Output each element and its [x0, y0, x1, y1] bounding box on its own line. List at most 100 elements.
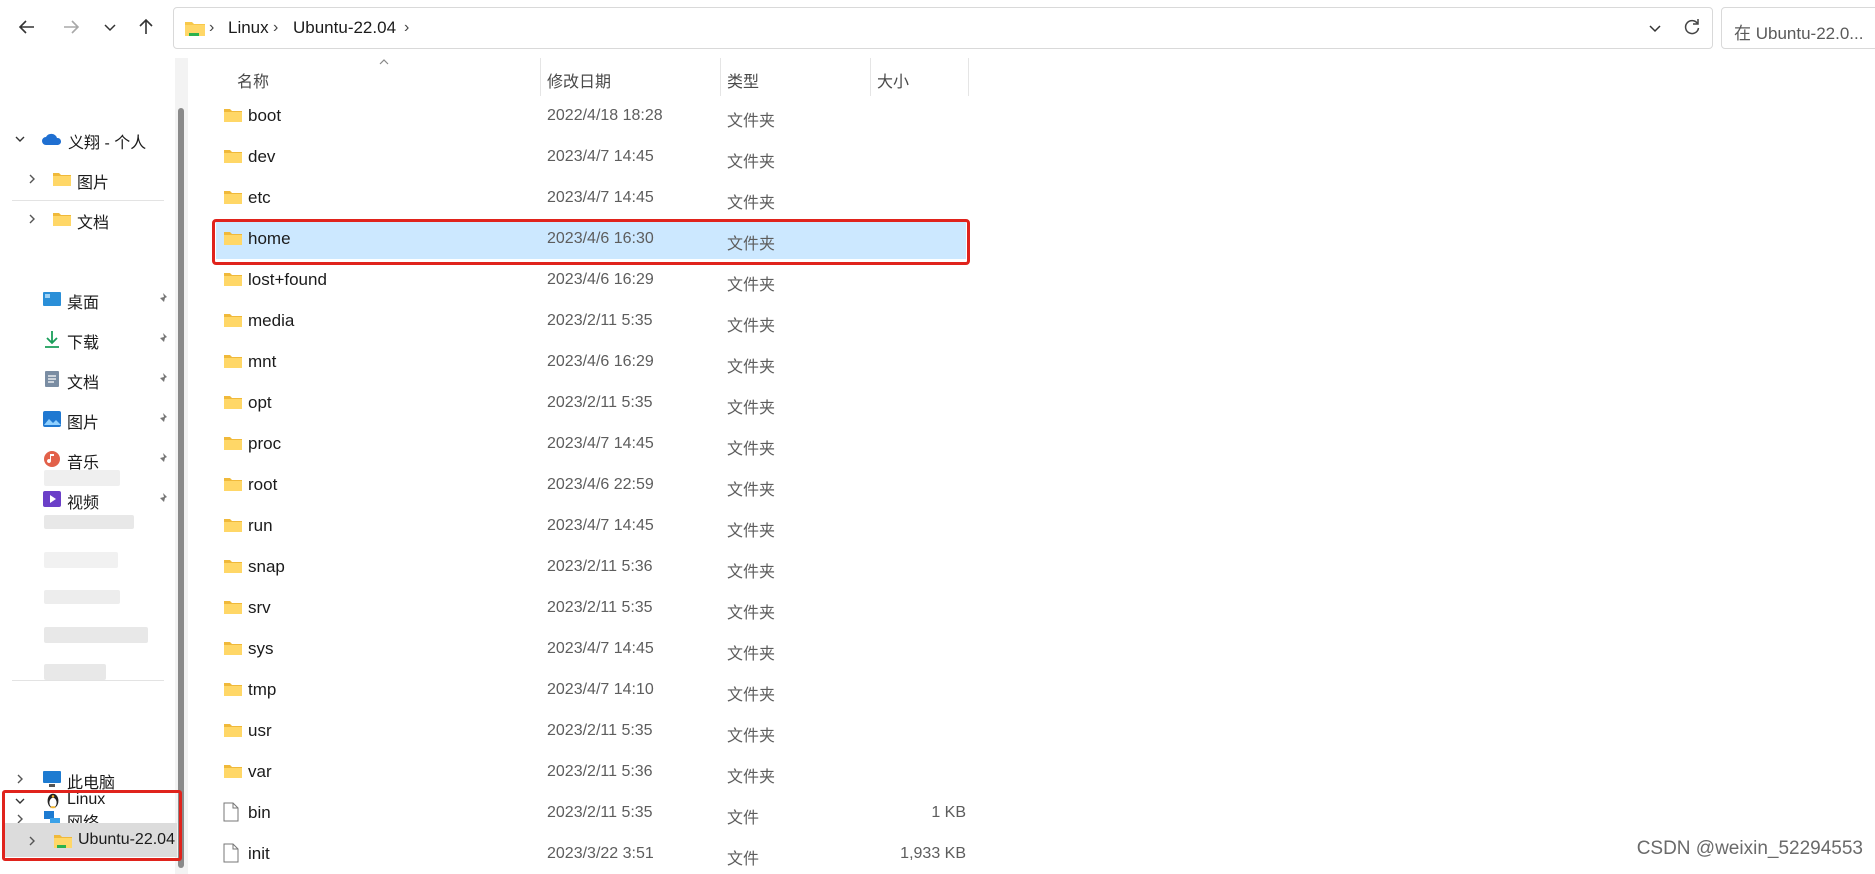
file-row-srv[interactable]: srv 2023/2/11 5:35 文件夹 — [216, 588, 966, 628]
folder-icon — [223, 271, 243, 292]
column-separator[interactable] — [720, 58, 721, 96]
file-name: sys — [248, 639, 274, 658]
file-row-tmp[interactable]: tmp 2023/4/7 14:10 文件夹 — [216, 670, 966, 710]
pin-icon[interactable] — [156, 452, 170, 466]
file-row-opt[interactable]: opt 2023/2/11 5:35 文件夹 — [216, 383, 966, 423]
address-bar[interactable]: › Linux › Ubuntu-22.04 › — [173, 7, 1713, 49]
column-date[interactable]: 修改日期 — [547, 68, 611, 92]
file-modified-date: 2023/2/11 5:35 — [547, 394, 653, 411]
pin-icon[interactable] — [156, 492, 170, 506]
file-icon — [223, 843, 239, 868]
highlight-box — [212, 219, 970, 265]
sidebar-divider — [12, 680, 164, 681]
column-name[interactable]: 名称 — [237, 68, 269, 92]
sort-ascending-icon — [379, 59, 389, 65]
column-header: 名称 修改日期 类型 大小 — [200, 58, 970, 96]
file-modified-date: 2022/4/18 18:28 — [547, 107, 663, 124]
forward-button[interactable] — [56, 12, 86, 42]
file-modified-date: 2023/4/6 16:29 — [547, 353, 654, 370]
file-row-etc[interactable]: etc 2023/4/7 14:45 文件夹 — [216, 178, 966, 218]
column-type[interactable]: 类型 — [727, 68, 759, 92]
file-type: 文件夹 — [727, 728, 776, 745]
refresh-icon[interactable] — [1682, 17, 1702, 37]
up-button[interactable] — [131, 12, 161, 42]
file-row-init[interactable]: init 2023/3/22 3:51 文件 1,933 KB — [216, 834, 966, 874]
pin-icon[interactable] — [156, 412, 170, 426]
sidebar-item-desktop[interactable]: 桌面 — [0, 282, 175, 316]
breadcrumb-linux[interactable]: Linux — [228, 18, 269, 38]
sidebar-item-label: 图片 — [67, 415, 100, 432]
sidebar-item-onedrive[interactable]: 义翔 - 个人 — [0, 122, 170, 156]
breadcrumb-ubuntu[interactable]: Ubuntu-22.04 — [293, 18, 396, 38]
file-name: media — [248, 311, 295, 330]
file-row-snap[interactable]: snap 2023/2/11 5:36 文件夹 — [216, 547, 966, 587]
file-modified-date: 2023/2/11 5:35 — [547, 722, 653, 739]
sidebar-divider — [12, 200, 164, 201]
back-button[interactable] — [12, 12, 42, 42]
sidebar-item-label: 桌面 — [67, 295, 100, 312]
folder-icon — [223, 599, 243, 620]
cloud-icon — [42, 133, 62, 145]
folder-icon — [223, 353, 243, 374]
file-name: srv — [248, 598, 271, 617]
sidebar-item-label: 文档 — [67, 375, 100, 392]
file-row-proc[interactable]: proc 2023/4/7 14:45 文件夹 — [216, 424, 966, 464]
sidebar-item-pictures[interactable]: 图片 — [0, 402, 175, 436]
column-separator[interactable] — [540, 58, 541, 96]
file-row-lost-found[interactable]: lost+found 2023/4/6 16:29 文件夹 — [216, 260, 966, 300]
file-row-var[interactable]: var 2023/2/11 5:36 文件夹 — [216, 752, 966, 792]
sidebar-item-label: 视频 — [67, 495, 100, 512]
pin-icon[interactable] — [156, 372, 170, 386]
search-input[interactable]: 在 Ubuntu-22.0... — [1721, 7, 1875, 49]
file-modified-date: 2023/2/11 5:35 — [547, 312, 653, 329]
file-type: 文件夹 — [727, 195, 776, 212]
recent-locations-button[interactable] — [95, 12, 125, 42]
redacted-item — [44, 470, 120, 486]
folder-icon — [223, 394, 243, 415]
file-type: 文件夹 — [727, 482, 776, 499]
file-row-root[interactable]: root 2023/4/6 22:59 文件夹 — [216, 465, 966, 505]
download-icon — [45, 331, 59, 348]
file-type: 文件夹 — [727, 769, 776, 786]
address-dropdown-icon[interactable] — [1646, 19, 1664, 37]
column-separator[interactable] — [870, 58, 871, 96]
file-modified-date: 2023/2/11 5:35 — [547, 599, 653, 616]
file-row-mnt[interactable]: mnt 2023/4/6 16:29 文件夹 — [216, 342, 966, 382]
sidebar-item-downloads[interactable]: 下载 — [0, 322, 175, 356]
column-separator[interactable] — [968, 58, 969, 96]
video-icon — [43, 491, 61, 507]
sidebar-item-label: 文档 — [77, 215, 110, 232]
file-row-usr[interactable]: usr 2023/2/11 5:35 文件夹 — [216, 711, 966, 751]
file-row-dev[interactable]: dev 2023/4/7 14:45 文件夹 — [216, 137, 966, 177]
sidebar-scrollbar[interactable] — [178, 108, 184, 868]
document-icon — [45, 371, 59, 387]
folder-icon — [223, 148, 243, 169]
sidebar-item-onedrive-pictures[interactable]: 图片 — [0, 162, 170, 196]
file-name: dev — [248, 147, 276, 166]
file-row-media[interactable]: media 2023/2/11 5:35 文件夹 — [216, 301, 966, 341]
sidebar-item-onedrive-documents[interactable]: 文档 — [0, 202, 170, 236]
column-size[interactable]: 大小 — [877, 68, 909, 92]
redacted-item — [44, 664, 106, 680]
file-row-run[interactable]: run 2023/4/7 14:45 文件夹 — [216, 506, 966, 546]
file-name: run — [248, 516, 273, 535]
file-type: 文件夹 — [727, 359, 776, 376]
pin-icon[interactable] — [156, 292, 170, 306]
pin-icon[interactable] — [156, 332, 170, 346]
sidebar-item-documents[interactable]: 文档 — [0, 362, 175, 396]
folder-icon — [53, 213, 71, 226]
file-row-bin[interactable]: bin 2023/2/11 5:35 文件 1 KB — [216, 793, 966, 833]
file-row-sys[interactable]: sys 2023/4/7 14:45 文件夹 — [216, 629, 966, 669]
file-modified-date: 2023/4/6 16:29 — [547, 271, 654, 288]
file-modified-date: 2023/4/7 14:45 — [547, 435, 654, 452]
folder-icon — [223, 763, 243, 784]
chevron-down-icon — [15, 136, 25, 142]
file-type: 文件夹 — [727, 441, 776, 458]
file-row-boot[interactable]: boot 2022/4/18 18:28 文件夹 — [216, 96, 966, 136]
arrow-right-icon — [64, 20, 80, 34]
file-size: 1 KB — [931, 804, 966, 821]
breadcrumb-separator: › — [209, 19, 215, 36]
redacted-item — [44, 552, 118, 568]
sidebar-item-videos[interactable]: 视频 — [0, 482, 175, 516]
file-name: root — [248, 475, 278, 494]
